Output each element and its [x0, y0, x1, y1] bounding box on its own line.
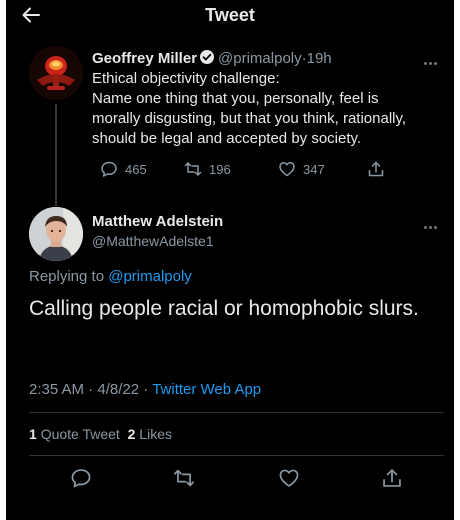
retweet-icon — [184, 162, 202, 176]
heart-icon — [279, 469, 299, 487]
quoted-tweet-body: Ethical objectivity challenge: Name one … — [92, 69, 444, 149]
share-icon — [383, 469, 401, 487]
quoted-tweet-header: Geoffrey Miller @primalpoly·19h — [92, 49, 332, 67]
likes-link[interactable]: 2 Likes — [128, 426, 172, 442]
thread-line — [55, 104, 57, 206]
share-button[interactable] — [381, 467, 403, 494]
more-options-icon[interactable] — [423, 52, 443, 65]
like-button[interactable]: 347 — [278, 160, 325, 178]
share-icon — [368, 161, 384, 177]
quoted-tweet-actions: 465 196 347 — [92, 160, 392, 180]
retweet-count: 196 — [209, 161, 231, 177]
heart-icon — [279, 162, 295, 177]
top-bar: Tweet — [6, 0, 454, 30]
replying-to: Replying to @primalpoly — [29, 268, 192, 285]
retweet-button[interactable] — [173, 467, 195, 494]
retweet-icon — [173, 469, 195, 487]
share-button[interactable] — [367, 160, 392, 178]
reply-tweet-actions — [6, 467, 454, 493]
tweet-meta: 2:35 AM · 4/8/22 · Twitter Web App — [29, 381, 261, 398]
likes-label: Likes — [139, 426, 172, 442]
reply-icon — [71, 469, 91, 488]
page-title: Tweet — [205, 5, 255, 25]
reply-author-name[interactable]: Matthew Adelstein — [92, 213, 223, 230]
reply-author-handle[interactable]: @MatthewAdelste1 — [92, 233, 214, 249]
more-options-icon[interactable] — [423, 216, 443, 229]
like-button[interactable] — [278, 467, 300, 494]
reply-count: 465 — [125, 161, 147, 177]
geoffrey-miller-avatar[interactable] — [29, 46, 83, 100]
tweet-time[interactable]: 19h — [307, 50, 332, 67]
reply-icon — [101, 161, 117, 177]
source-link[interactable]: Twitter Web App — [152, 381, 261, 398]
tweet-line: Name one thing that you, personally, fee… — [92, 90, 379, 107]
divider — [29, 455, 444, 456]
retweet-button[interactable]: 196 — [184, 160, 231, 178]
divider — [29, 412, 444, 413]
tweet-time[interactable]: 2:35 AM — [29, 381, 84, 398]
tweet-screen: Tweet Geoffrey Miller @primalpoly · 19h Eth… — [6, 0, 454, 520]
quote-label: Quote Tweet — [40, 426, 120, 442]
meta-separator: · — [88, 381, 94, 398]
engagement-stats: 1 Quote Tweet 2 Likes — [29, 426, 172, 442]
tweet-date[interactable]: 4/8/22 — [97, 381, 139, 398]
replying-to-handle-link[interactable]: @primalpoly — [108, 268, 192, 285]
likes-count: 2 — [127, 426, 136, 442]
like-count: 347 — [303, 161, 325, 177]
tweet-line: morally disgusting, but that you think, … — [92, 110, 407, 127]
meta-separator: · — [143, 381, 149, 398]
reply-text: Calling people racial or homophobic slur… — [29, 297, 419, 320]
reply-button[interactable] — [70, 467, 92, 494]
replying-to-label: Replying to — [29, 268, 105, 285]
author-handle[interactable]: @primalpoly — [218, 50, 302, 67]
tweet-line: Ethical objectivity challenge: — [92, 70, 280, 87]
quote-count: 1 — [29, 426, 37, 442]
author-name[interactable]: Geoffrey Miller — [92, 50, 197, 67]
quote-tweets-link[interactable]: 1 Quote Tweet — [29, 426, 120, 442]
tweet-line: should be legal and accepted by society. — [92, 130, 362, 147]
reply-button[interactable]: 465 — [100, 160, 147, 178]
verified-badge-icon — [200, 50, 215, 64]
matthew-adelstein-avatar[interactable] — [29, 207, 83, 261]
